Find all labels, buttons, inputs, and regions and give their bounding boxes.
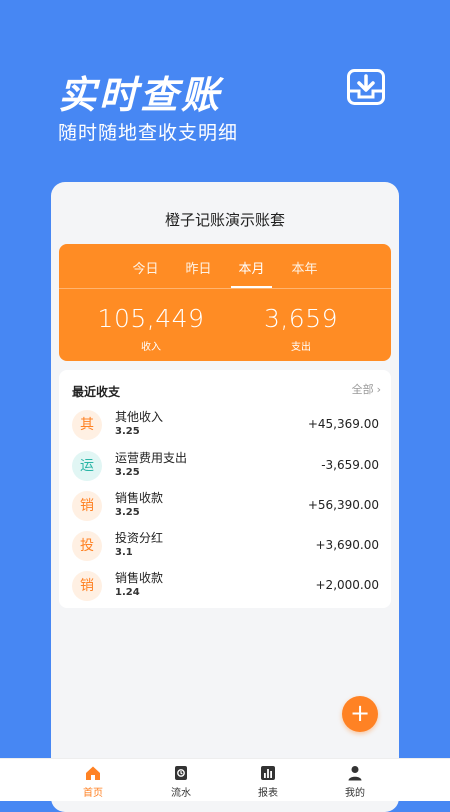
tab-reports[interactable]: 报表 [248,765,288,799]
see-all-label: 全部 [351,383,374,396]
recent-transactions-card: 最近收支 全部 › 其 其他收入 3.25 +45,369.00 运 运营费用支出… [59,370,391,608]
item-date: 3.25 [115,507,140,518]
expense-value: 3,659 [263,304,339,333]
category-avatar: 投 [72,531,102,561]
item-date: 1.24 [115,587,140,598]
item-name: 投资分红 [115,531,164,545]
income-stat: 105,449 收入 [71,304,231,353]
summary-card: 今日 昨日 本月 本年 105,449 收入 3,659 支出 [59,244,391,361]
item-date: 3.25 [115,426,140,437]
income-value: 105,449 [97,304,205,333]
item-date: 3.25 [115,467,140,478]
category-avatar: 运 [72,451,102,481]
list-item[interactable]: 运 运营费用支出 3.25 -3,659.00 [72,447,379,487]
item-name: 销售收款 [115,571,164,585]
category-avatar: 其 [72,410,102,440]
chart-icon [261,766,275,780]
expense-stat: 3,659 支出 [221,304,381,353]
summary-divider [59,288,391,289]
tab-mine[interactable]: 我的 [335,765,375,799]
bottom-tabbar: 首页 流水 报表 我的 [0,758,450,801]
recent-title: 最近收支 [72,385,121,399]
category-avatar: 销 [72,571,102,601]
list-item[interactable]: 销 销售收款 3.25 +56,390.00 [72,487,379,527]
item-name: 其他收入 [115,410,164,424]
recent-header: 最近收支 全部 › [72,381,381,399]
tab-yesterday[interactable]: 昨日 [172,244,225,287]
tab-home[interactable]: 首页 [73,765,113,799]
item-name: 运营费用支出 [115,451,188,465]
item-amount: +3,690.00 [315,538,380,552]
tab-mine-label: 我的 [345,788,365,799]
download-box-icon[interactable] [347,69,385,105]
book-title[interactable]: 橙子记账演示账套 [51,209,399,230]
phone-screen: 橙子记账演示账套 今日 昨日 本月 本年 105,449 收入 3,659 支出… [51,182,399,812]
tab-this-year[interactable]: 本年 [278,244,331,287]
item-name: 销售收款 [115,491,164,505]
plus-icon: + [349,699,371,727]
item-amount: -3,659.00 [321,458,379,472]
hero-subtitle: 随时随地查收支明细 [58,122,239,144]
item-date: 3.1 [115,547,133,558]
list-item[interactable]: 投 投资分红 3.1 +3,690.00 [72,527,379,567]
income-label: 收入 [141,342,161,353]
add-record-button[interactable]: + [342,696,378,732]
item-amount: +2,000.00 [315,578,380,592]
list-item[interactable]: 销 销售收款 1.24 +2,000.00 [72,567,379,607]
hero-title: 实时查账 [58,73,223,117]
chevron-right-icon: › [376,383,381,396]
ledger-icon [175,766,187,780]
user-icon [348,766,362,781]
home-icon [86,766,100,780]
tab-ledger[interactable]: 流水 [161,765,201,799]
list-item[interactable]: 其 其他收入 3.25 +45,369.00 [72,406,379,446]
item-amount: +45,369.00 [307,417,379,431]
category-avatar: 销 [72,491,102,521]
tab-ledger-label: 流水 [171,788,191,799]
item-amount: +56,390.00 [307,498,379,512]
tab-today[interactable]: 今日 [119,244,172,287]
tab-home-label: 首页 [83,788,103,799]
tab-this-month[interactable]: 本月 [225,244,278,288]
tab-reports-label: 报表 [258,788,278,799]
period-tabs: 今日 昨日 本月 本年 [59,244,391,288]
see-all-link[interactable]: 全部 › [352,381,381,397]
expense-label: 支出 [291,342,311,353]
